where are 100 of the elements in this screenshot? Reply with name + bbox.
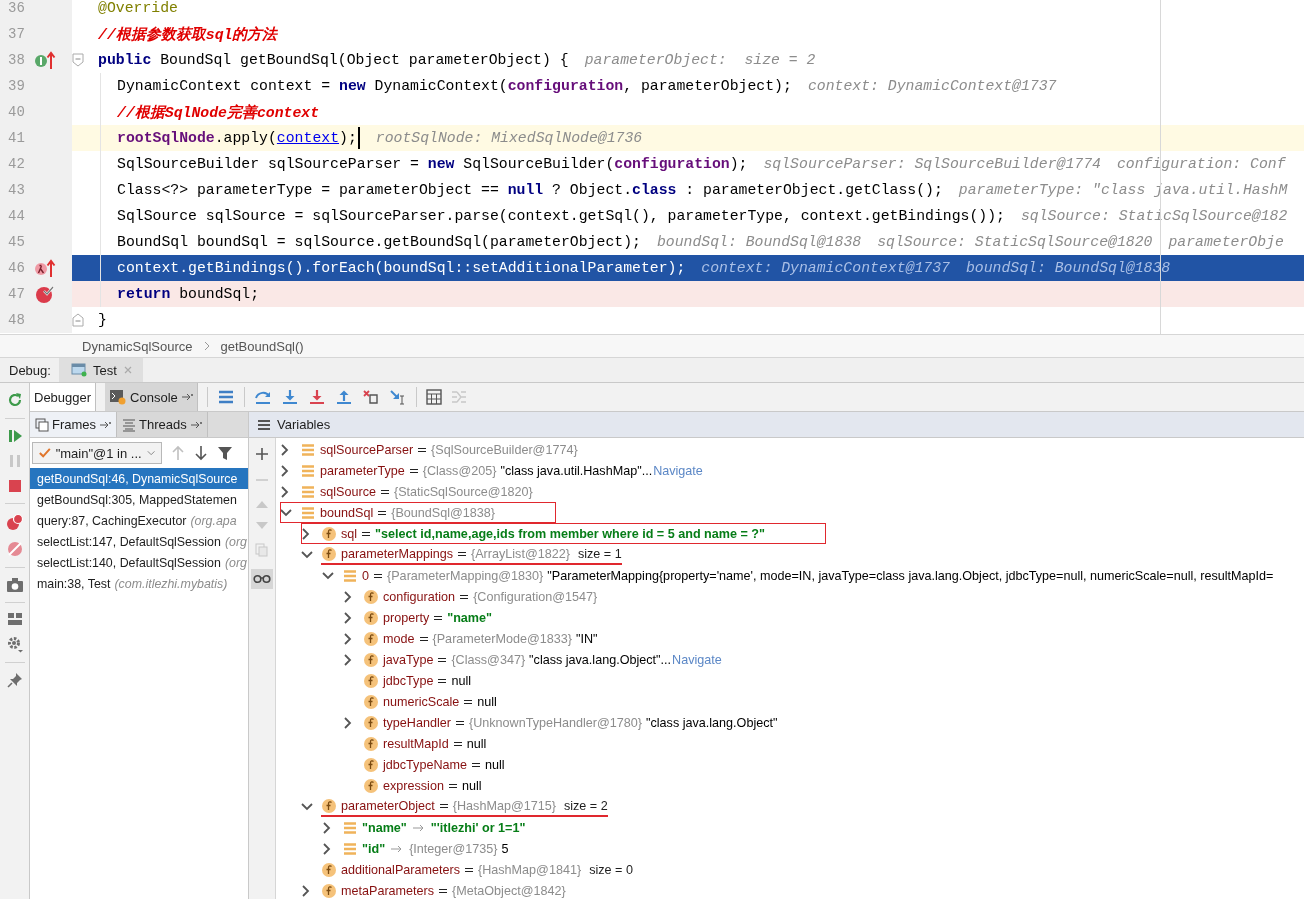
pin-icon[interactable] [6, 672, 23, 688]
pin-tab-icon[interactable] [99, 420, 112, 429]
size-label: size = 1 [577, 546, 622, 561]
equals-icon [373, 571, 383, 580]
camera-icon[interactable] [5, 577, 24, 593]
object-reference: {BoundSql@1838} [391, 505, 496, 520]
lambda-marker-icon[interactable] [34, 258, 56, 278]
expand-chevron-icon[interactable] [343, 632, 353, 645]
line-number: 37 [8, 26, 26, 42]
run-tab[interactable]: Test [58, 358, 143, 382]
variable-name: expression [383, 778, 444, 793]
line-number: 48 [8, 312, 26, 328]
settings-icon[interactable] [5, 635, 24, 653]
resume-icon[interactable] [6, 428, 23, 444]
variable-name: 0 [362, 568, 369, 583]
stack-frame[interactable]: selectList:140, DefaultSqlSession (org [30, 552, 248, 573]
thread-dropdown[interactable]: "main"@1 in ... [32, 442, 162, 464]
variable-name: "id" [362, 841, 386, 856]
watches-toggle-button[interactable] [251, 569, 273, 589]
variable-value: "class java.util.HashMap"... [500, 463, 653, 478]
variable-name: sqlSourceParser [320, 442, 414, 457]
panel-tab[interactable]: Threads [117, 412, 208, 437]
calculator-icon[interactable] [425, 389, 442, 405]
variable-name: jdbcTypeName [383, 757, 467, 772]
expand-chevron-icon[interactable] [280, 464, 290, 477]
equals-icon [418, 634, 429, 643]
object-reference: {Configuration@1547} [473, 589, 598, 604]
line-number: 43 [8, 182, 26, 198]
line-number: 46 [8, 260, 26, 276]
expand-chevron-icon[interactable] [322, 821, 332, 834]
variable-value: 5 [501, 841, 509, 856]
panel-tab[interactable]: Frames [30, 412, 118, 437]
console-icon [109, 389, 128, 405]
breadcrumb-item[interactable]: DynamicSqlSource [82, 338, 193, 354]
code-text: SqlSourceBuilder sqlSourceParser = new SqlSourceBuilder(configuration); [117, 156, 748, 172]
expand-chevron-icon[interactable] [301, 884, 311, 897]
code-text: //根据SqlNode完善context [117, 103, 320, 122]
layout-icon[interactable] [6, 612, 23, 626]
menu-icon[interactable] [216, 389, 235, 405]
mute-breakpoints-icon[interactable] [5, 540, 24, 558]
step-over-icon[interactable] [253, 389, 272, 405]
expand-chevron-icon[interactable] [343, 590, 353, 603]
breadcrumb-item[interactable]: getBoundSql() [220, 338, 304, 354]
line-number: 45 [8, 234, 26, 250]
collapse-chevron-icon[interactable] [301, 801, 313, 812]
arrow-down-icon[interactable] [194, 445, 208, 461]
force-step-into-icon[interactable] [307, 389, 326, 405]
expand-chevron-icon[interactable] [322, 842, 332, 855]
variable-value: "class java.lang.Object" [646, 715, 778, 730]
variable-name: resultMapId [383, 736, 449, 751]
stack-frame[interactable]: getBoundSql:305, MappedStatemen [30, 489, 248, 510]
step-into-icon[interactable] [280, 389, 299, 405]
add-icon[interactable] [255, 447, 269, 461]
collapse-chevron-icon[interactable] [322, 570, 334, 581]
inline-value-hint: boundSql: BoundSql@1838 [656, 234, 862, 250]
collapse-chevron-icon[interactable] [280, 507, 292, 518]
tool-tab[interactable]: Console [105, 383, 198, 411]
stack-frame[interactable]: query:87, CachingExecutor (org.apa [30, 510, 248, 531]
run-to-cursor-icon[interactable] [388, 389, 407, 405]
code-text: } [98, 312, 107, 328]
stack-frame[interactable]: selectList:147, DefaultSqlSession (org [30, 531, 248, 552]
glasses-icon [253, 574, 271, 584]
expand-chevron-icon[interactable] [280, 443, 290, 456]
collapse-chevron-icon[interactable] [301, 549, 313, 560]
equals-icon [417, 445, 428, 454]
tool-tab[interactable]: Debugger [30, 383, 97, 411]
stack-frame[interactable]: getBoundSql:46, DynamicSqlSource [30, 468, 248, 489]
expand-chevron-icon[interactable] [280, 485, 290, 498]
line-number: 38 [8, 52, 26, 68]
line-number: 39 [8, 78, 26, 94]
code-text: context.getBindings().forEach(boundSql::setAdditionalParameter); [117, 260, 686, 276]
stop-icon[interactable] [6, 478, 23, 494]
code-text: DynamicContext context = new DynamicContext(configuration, parameterObject); [117, 78, 792, 94]
size-label: size = 2 [563, 798, 608, 813]
expand-chevron-icon[interactable] [301, 527, 311, 540]
variable-name: property [383, 610, 430, 625]
filter-icon[interactable] [217, 445, 233, 461]
expand-chevron-icon[interactable] [343, 716, 353, 729]
caret-icon [146, 450, 155, 456]
code-text: return boundSql; [117, 286, 260, 302]
list-icon [257, 418, 271, 431]
stack-frame[interactable]: main:38, Test (com.itlezhi.mybatis) [30, 573, 248, 594]
pin-tab-icon[interactable] [180, 393, 193, 401]
expand-chevron-icon[interactable] [343, 653, 353, 666]
pin-tab-icon[interactable] [189, 420, 202, 429]
size-label: size = 0 [589, 862, 633, 877]
implements-marker-icon[interactable] [34, 50, 56, 70]
navigate-link[interactable]: Navigate [653, 463, 703, 478]
equals-icon [408, 466, 419, 475]
variable-name: jdbcType [383, 673, 434, 688]
expand-chevron-icon[interactable] [343, 611, 353, 624]
object-reference: {HashMap@1715} [452, 798, 556, 813]
object-reference: {UnknownTypeHandler@1780} [468, 715, 643, 730]
navigate-link[interactable]: Navigate [672, 652, 722, 667]
equals-icon [463, 697, 474, 706]
breakpoints-icon[interactable] [5, 513, 24, 531]
step-out-icon[interactable] [334, 389, 353, 405]
drop-frame-icon[interactable] [361, 389, 380, 405]
breakpoint-icon[interactable] [34, 284, 56, 304]
variable-name: sqlSource [320, 484, 376, 499]
